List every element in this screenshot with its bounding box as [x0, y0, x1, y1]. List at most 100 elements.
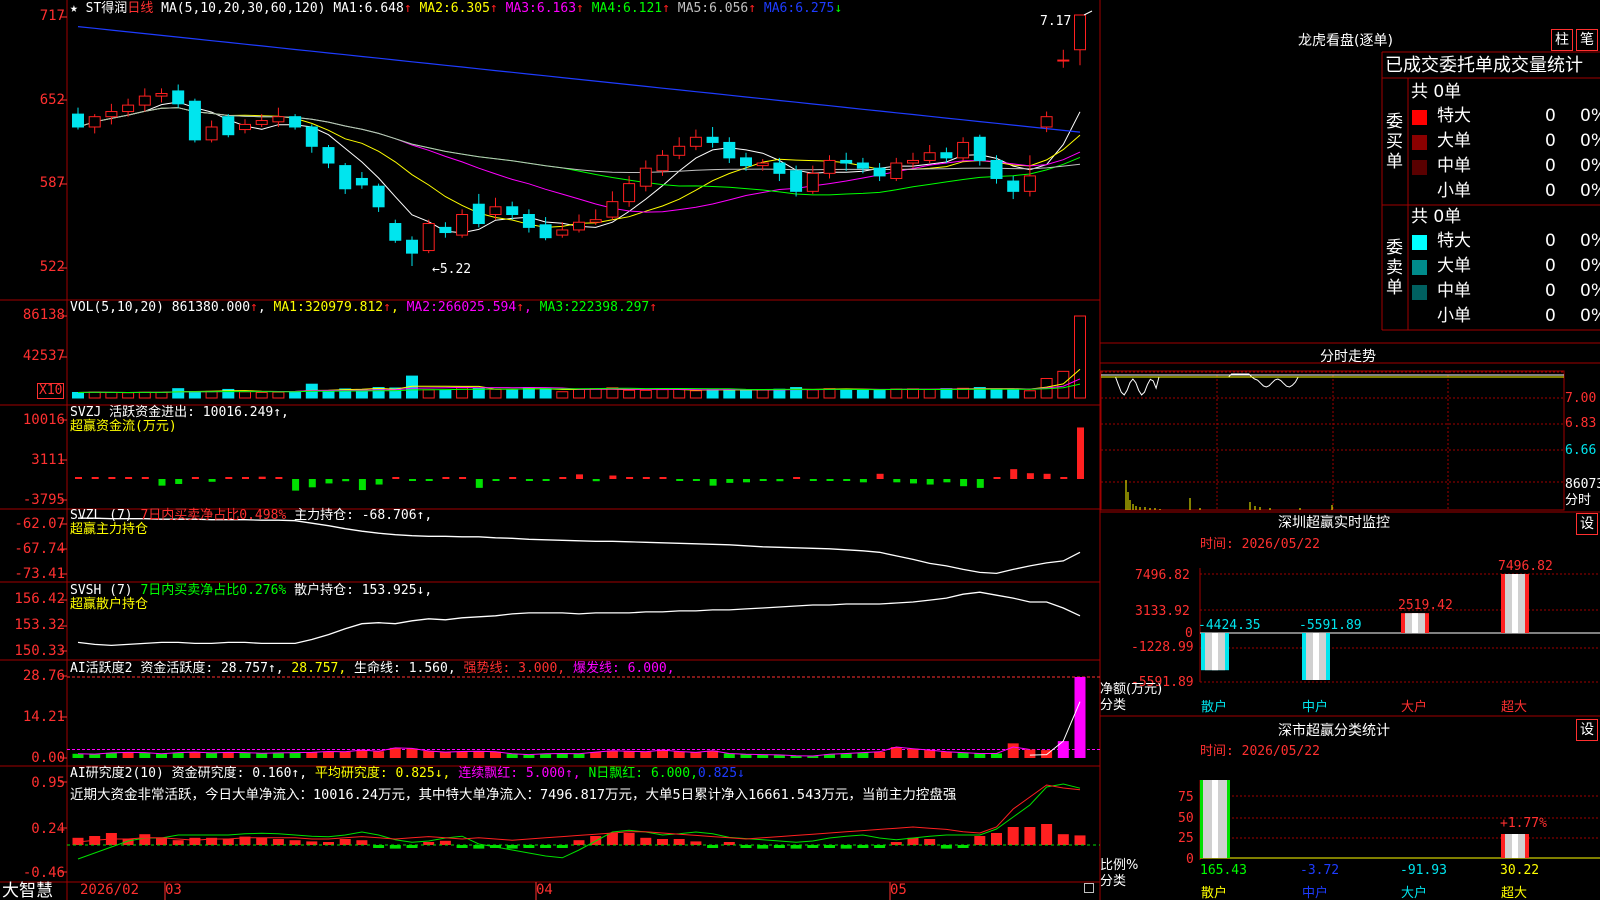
activity-bar — [690, 752, 702, 758]
candle — [973, 136, 986, 161]
research-bar — [573, 840, 585, 845]
row-value: 0 — [1545, 131, 1556, 151]
candle — [706, 136, 719, 143]
ma4-arrow: ↑ — [662, 1, 670, 16]
ma2-value: 6.305 — [450, 1, 490, 16]
flow-bar — [175, 479, 183, 484]
sz-monitor-settings-button[interactable]: 设 — [1576, 513, 1598, 535]
candle — [639, 167, 652, 187]
row-value: 0 — [1545, 106, 1556, 126]
flow-bar — [642, 477, 650, 479]
svzl-holding: 主力持仓: -68.706↑, — [294, 508, 433, 523]
flow-bar — [459, 477, 467, 479]
sz-class-settings-button[interactable]: 设 — [1576, 719, 1598, 741]
dragon-title: 龙虎看盘(逐单) — [1298, 33, 1393, 49]
x-axis-label-mar: 03 — [165, 882, 182, 898]
sz-monitor-y-label: 3133.92 — [1135, 604, 1190, 619]
row-value: 0 — [1545, 231, 1556, 251]
flow-bar — [793, 477, 801, 479]
sz-monitor-category: 中户 — [1302, 700, 1329, 715]
ai-activity-life: 生命线: 1.560, — [354, 661, 456, 676]
research-bar — [757, 845, 769, 849]
research-bar — [289, 840, 301, 845]
research-bar — [991, 833, 1002, 845]
bar-mode-button[interactable]: 柱 — [1551, 29, 1573, 51]
activity-bar — [189, 752, 201, 758]
flow-bar — [242, 477, 249, 479]
sz-monitor-xlabel: 分类 — [1100, 698, 1127, 713]
lock-icon[interactable] — [1084, 883, 1094, 893]
price-y-587: 587 — [39, 175, 65, 191]
candle — [138, 95, 151, 106]
candle — [289, 116, 302, 128]
candle — [222, 116, 235, 136]
research-bar — [356, 840, 368, 845]
row-label: 小单 — [1437, 306, 1471, 326]
ai-research-header: AI研究度2(10) 资金研究度: 0.160↑, 平均研究度: 0.825↓,… — [70, 766, 745, 781]
svzl-y-mid: -67.74 — [14, 541, 65, 557]
candle — [439, 226, 452, 234]
candle — [1057, 59, 1070, 62]
ai-activity-value: 资金活跃度: 28.757↑, — [140, 661, 284, 676]
stroke-mode-button[interactable]: 笔 — [1576, 29, 1598, 51]
activity-bar — [289, 752, 301, 758]
svzl-header: SVZL (7) 7日内买卖净占比0.498% 主力持仓: -68.706↑, — [70, 508, 432, 523]
volume-bar — [689, 390, 702, 399]
flow-bar — [1010, 469, 1018, 479]
row-percent: 0% — [1580, 131, 1600, 151]
volume-bar — [823, 388, 836, 399]
ai-activity-value2: 28.757, — [291, 661, 347, 676]
price-y-717: 717 — [39, 8, 65, 24]
flow-bar — [1060, 477, 1068, 479]
volume-bar — [673, 388, 686, 399]
ma6-value: 6.275 — [795, 1, 835, 16]
activity-bar — [139, 752, 151, 758]
volume-bar — [990, 388, 1003, 399]
vol-label: VOL(5,10,20) — [70, 300, 164, 315]
candle — [907, 159, 919, 164]
flow-bar — [843, 479, 851, 481]
chart-canvas[interactable] — [0, 0, 1600, 900]
star-icon[interactable]: ★ — [70, 1, 78, 16]
research-bar — [606, 833, 618, 845]
volume-bar — [756, 389, 769, 399]
ai-research-nday: N日飘红: 6.000, — [588, 766, 698, 781]
activity-bar — [523, 754, 535, 758]
svzl-subtitle: 超赢主力持仓 — [70, 522, 149, 537]
legend-swatch — [1412, 185, 1427, 200]
flow-bar — [392, 477, 400, 479]
legend-swatch — [1412, 160, 1427, 175]
activity-bar — [222, 752, 234, 758]
ma1-label: MA1: — [333, 1, 365, 16]
candle — [1040, 116, 1053, 128]
candle — [740, 157, 752, 167]
flow-bar — [325, 479, 333, 484]
flow-bar — [893, 479, 901, 483]
volume-bar — [806, 389, 819, 399]
volume-bar — [1007, 388, 1020, 399]
ma1-arrow: ↑ — [403, 1, 412, 16]
flow-bar — [709, 479, 717, 486]
volume-bar — [439, 389, 452, 399]
intraday-title[interactable]: 分时走势 — [1320, 350, 1376, 365]
research-bar — [139, 834, 151, 845]
candle — [606, 201, 619, 218]
vol-sep: , — [257, 300, 266, 315]
ai-research-extra: 0.825↓ — [697, 766, 745, 781]
flow-bar — [292, 479, 300, 491]
volume-bar — [589, 388, 602, 399]
volume-bar — [773, 388, 786, 399]
vol-y-mid: 42537 — [22, 348, 65, 364]
svsh-subtitle: 超赢散户持仓 — [70, 597, 149, 612]
row-label: 大单 — [1437, 131, 1471, 151]
research-bar — [256, 837, 268, 845]
retail-holding-line — [77, 591, 1081, 647]
research-bar — [506, 845, 518, 849]
flow-bar — [776, 479, 784, 482]
candle — [172, 90, 185, 105]
candle — [155, 93, 168, 97]
intraday-price-hi: 7.00 — [1565, 391, 1597, 406]
svzj-subtitle: 超赢资金流(万元) — [70, 419, 177, 434]
period-label[interactable]: 日线 — [127, 1, 153, 16]
candle — [790, 170, 803, 192]
